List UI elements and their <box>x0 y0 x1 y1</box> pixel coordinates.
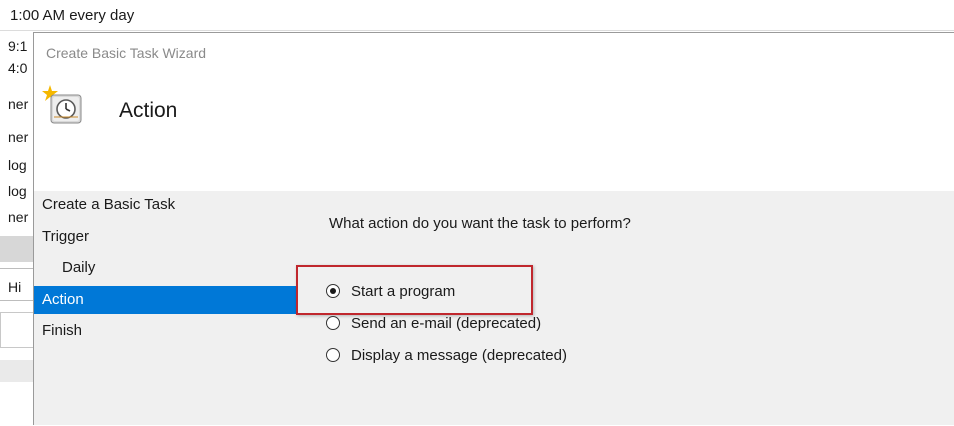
nav-item-finish[interactable]: Finish <box>34 317 296 345</box>
wizard-steps-nav: Create a Basic Task Trigger Daily Action… <box>34 191 296 426</box>
radio-start-program[interactable] <box>326 284 340 298</box>
nav-item-trigger[interactable]: Trigger <box>34 223 296 251</box>
task-trigger-row[interactable]: 1:00 AM every day <box>0 0 954 31</box>
nav-item-action[interactable]: Action <box>34 286 296 314</box>
action-question: What action do you want the task to perf… <box>329 215 631 232</box>
dialog-title: Create Basic Task Wizard <box>46 45 207 61</box>
option-display-message[interactable]: Display a message (deprecated) <box>326 343 567 367</box>
radio-send-email[interactable] <box>326 316 340 330</box>
create-basic-task-wizard-dialog: Create Basic Task Wizard Action Create a… <box>33 32 954 425</box>
option-start-program[interactable]: Start a program <box>326 279 455 303</box>
task-clock-icon <box>40 83 86 129</box>
option-label: Display a message (deprecated) <box>351 346 567 364</box>
radio-display-message[interactable] <box>326 348 340 362</box>
nav-item-create-basic-task[interactable]: Create a Basic Task <box>34 191 296 219</box>
option-label: Start a program <box>351 282 456 300</box>
page-heading: Action <box>119 99 178 122</box>
option-label: Send an e-mail (deprecated) <box>351 314 542 332</box>
nav-item-daily[interactable]: Daily <box>34 254 296 282</box>
wizard-content: What action do you want the task to perf… <box>296 191 954 425</box>
option-send-email[interactable]: Send an e-mail (deprecated) <box>326 311 541 335</box>
